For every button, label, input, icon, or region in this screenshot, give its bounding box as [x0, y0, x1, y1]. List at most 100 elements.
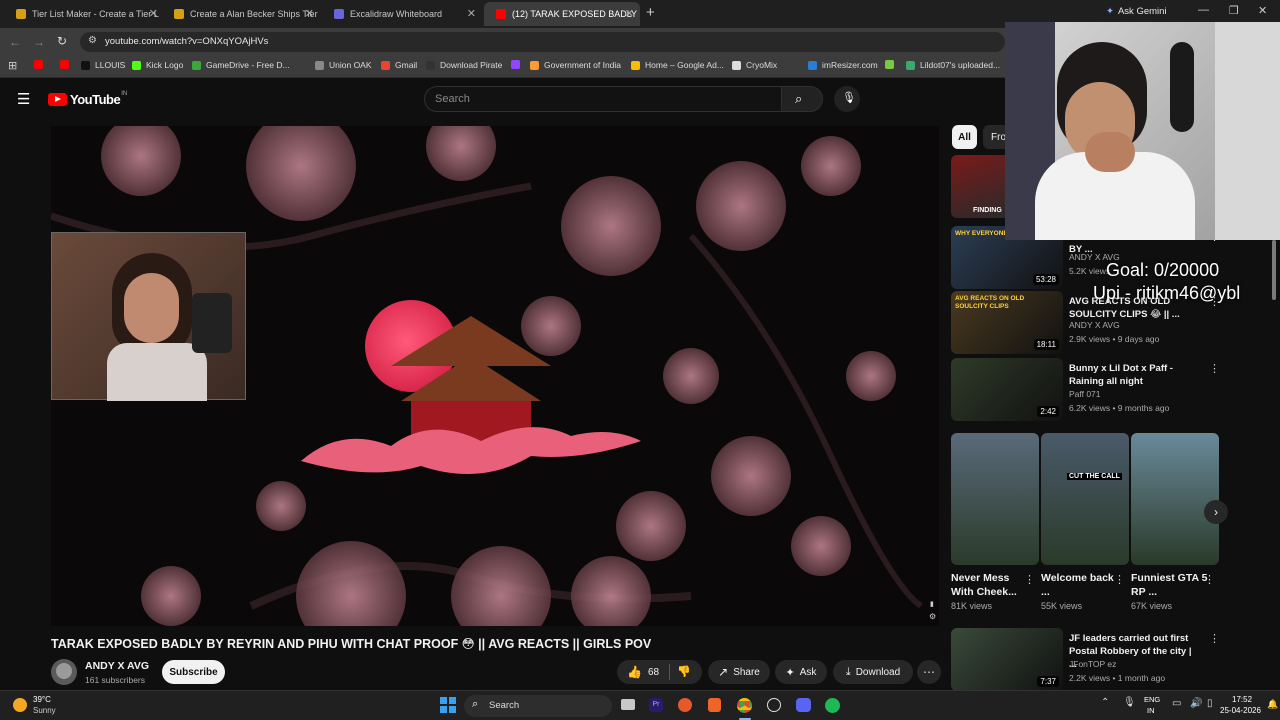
channel-name[interactable]: ANDY X AVG	[85, 660, 149, 672]
download-button[interactable]: ⤓ Download	[833, 660, 913, 684]
start-windows-icon[interactable]	[440, 697, 456, 713]
more-actions-button[interactable]: ⋯	[917, 660, 941, 684]
close-icon[interactable]: ✕	[625, 7, 634, 20]
like-icon[interactable]: 👍	[627, 665, 642, 679]
tray-chevron-up-icon[interactable]: ⌃	[1101, 697, 1109, 708]
close-icon[interactable]: ✕	[149, 7, 158, 20]
reload-icon[interactable]: ↻	[57, 34, 67, 48]
maximize-icon[interactable]: ❐	[1229, 4, 1239, 17]
player-settings-icon[interactable]: ⚙	[929, 612, 936, 621]
short-title[interactable]: Funniest GTA 5 RP ...	[1131, 571, 1209, 599]
notification-icon[interactable]: 🔔	[1267, 699, 1278, 710]
tray-mic-icon[interactable]: 🎙	[1123, 697, 1136, 708]
recommendation-item[interactable]: 7:37 JF leaders carried out first Postal …	[951, 628, 1221, 691]
bookmark-item[interactable]: Lildot07's uploaded...	[906, 60, 1000, 70]
tab-excalidraw[interactable]: Excalidraw Whiteboard ✕	[322, 2, 482, 26]
tab-youtube[interactable]: (12) TARAK EXPOSED BADLY BY ✕	[484, 2, 640, 26]
clock-time[interactable]: 17:52	[1232, 695, 1252, 704]
new-tab-button[interactable]: +	[646, 4, 655, 21]
short-item[interactable]: CUT THE CALL Welcome back ... 55K views ⋮	[1041, 433, 1129, 611]
firefox-icon[interactable]	[678, 698, 692, 712]
short-title[interactable]: Welcome back ...	[1041, 571, 1119, 599]
menu-icon[interactable]: ☰	[17, 90, 30, 108]
recommendation-channel[interactable]: Paff 071	[1069, 389, 1101, 399]
tab-alan-becker[interactable]: Create a Alan Becker Ships Tier ✕	[162, 2, 320, 26]
bookmark-item[interactable]: Download Pirate	[426, 60, 502, 70]
clock-date[interactable]: 25-04-2026	[1220, 706, 1261, 715]
bookmark-item[interactable]: CryoMix	[732, 60, 777, 70]
more-icon[interactable]: ⋮	[1024, 573, 1035, 586]
taskbar-search[interactable]: ⌕ Search	[464, 695, 612, 717]
weather-temperature[interactable]: 39°C	[33, 695, 51, 704]
sidebar-scrollbar[interactable]	[1272, 240, 1276, 300]
bookmark-item[interactable]	[885, 60, 899, 69]
youtube-logo[interactable]: YouTube IN	[48, 91, 127, 107]
bookmark-item[interactable]: Gmail	[381, 60, 417, 70]
language-region[interactable]: IN	[1147, 706, 1155, 715]
premiere-pro-icon[interactable]: Pr	[649, 698, 663, 712]
bookmark-item[interactable]	[34, 60, 48, 69]
video-thumbnail[interactable]: AVG REACTS ON OLD SOULCITY CLIPS 18:11	[951, 291, 1063, 354]
voice-search-button[interactable]: 🎙	[834, 86, 860, 112]
chrome-icon[interactable]	[737, 698, 752, 713]
file-explorer-icon[interactable]	[621, 699, 635, 710]
search-input[interactable]: Search	[424, 86, 782, 112]
video-player[interactable]: ⚙ ▮	[51, 126, 939, 626]
media-app-icon[interactable]	[767, 698, 781, 712]
back-icon[interactable]: ←	[9, 35, 21, 49]
recommendation-thumbnail-top[interactable]: FINDING	[951, 155, 1005, 218]
ask-gemini-button[interactable]: ✦ Ask Gemini	[1106, 6, 1167, 17]
address-bar[interactable]: ⚙ youtube.com/watch?v=ONXqYOAjHVs	[80, 32, 1005, 52]
forward-icon[interactable]: →	[33, 35, 45, 49]
dislike-icon[interactable]: 👎	[677, 665, 691, 678]
share-button[interactable]: ↗ Share	[708, 660, 770, 684]
bookmark-item[interactable]	[60, 60, 74, 69]
weather-sun-icon[interactable]	[13, 698, 27, 712]
recommendation-channel[interactable]: JFonTOP ez	[1069, 659, 1116, 669]
spotify-icon[interactable]	[825, 698, 840, 713]
volume-icon[interactable]: 🔊	[1190, 698, 1202, 709]
video-thumbnail[interactable]: 7:37	[951, 628, 1063, 691]
subscribe-button[interactable]: Subscribe	[162, 660, 225, 684]
short-item[interactable]: Funniest GTA 5 RP ... 67K views ⋮	[1131, 433, 1219, 611]
shorts-next-button[interactable]: ›	[1204, 500, 1228, 524]
recommendation-item[interactable]: 2:42 Bunny x Lil Dot x Paff - Raining all…	[951, 358, 1221, 421]
video-thumbnail[interactable]: 2:42	[951, 358, 1063, 421]
more-icon[interactable]: ⋮	[1204, 573, 1215, 586]
more-icon[interactable]: ⋮	[1114, 573, 1125, 586]
more-icon[interactable]: ⋮	[1209, 632, 1220, 645]
short-thumbnail[interactable]	[1131, 433, 1219, 565]
bookmark-item[interactable]: Union OAK	[315, 60, 372, 70]
bookmark-item[interactable]: Kick Logo	[132, 60, 183, 70]
battery-icon[interactable]: ▯	[1207, 698, 1213, 709]
short-item[interactable]: Never Mess With Cheek... 81K views ⋮	[951, 433, 1039, 611]
recommendation-title[interactable]: Bunny x Lil Dot x Paff - Raining all nig…	[1069, 362, 1199, 388]
recommendation-channel[interactable]: ANDY X AVG	[1069, 320, 1120, 330]
bookmark-item[interactable]: Government of India	[530, 60, 621, 70]
brave-icon[interactable]	[708, 698, 721, 712]
bookmark-item[interactable]: GameDrive - Free D...	[192, 60, 290, 70]
minimize-icon[interactable]: —	[1198, 4, 1209, 16]
short-thumbnail[interactable]: CUT THE CALL	[1041, 433, 1129, 565]
site-info-icon[interactable]: ⚙	[88, 35, 97, 46]
close-icon[interactable]: ✕	[467, 7, 476, 20]
chip-all[interactable]: All	[952, 125, 977, 149]
short-title[interactable]: Never Mess With Cheek...	[951, 571, 1029, 599]
bookmark-item[interactable]: LLOUIS	[81, 60, 125, 70]
discord-icon[interactable]	[796, 698, 811, 712]
like-count[interactable]: 68	[648, 667, 659, 678]
close-icon[interactable]: ✕	[305, 7, 314, 20]
bookmark-item[interactable]: imResizer.com	[808, 60, 878, 70]
ask-button[interactable]: ✦ Ask	[775, 660, 827, 684]
apps-grid-icon[interactable]: ⊞	[8, 59, 17, 72]
bookmark-item[interactable]	[511, 60, 525, 69]
more-icon[interactable]: ⋮	[1209, 362, 1220, 375]
network-icon[interactable]: ▭	[1172, 698, 1181, 709]
player-mic-icon[interactable]: ▮	[930, 600, 934, 608]
language-code[interactable]: ENG	[1144, 695, 1160, 704]
channel-avatar[interactable]	[51, 659, 77, 685]
tab-tier-list[interactable]: Tier List Maker - Create a Tier L ✕	[4, 2, 164, 26]
close-window-icon[interactable]: ✕	[1258, 4, 1267, 17]
weather-condition[interactable]: Sunny	[33, 706, 56, 715]
search-button[interactable]: ⌕	[781, 86, 823, 112]
